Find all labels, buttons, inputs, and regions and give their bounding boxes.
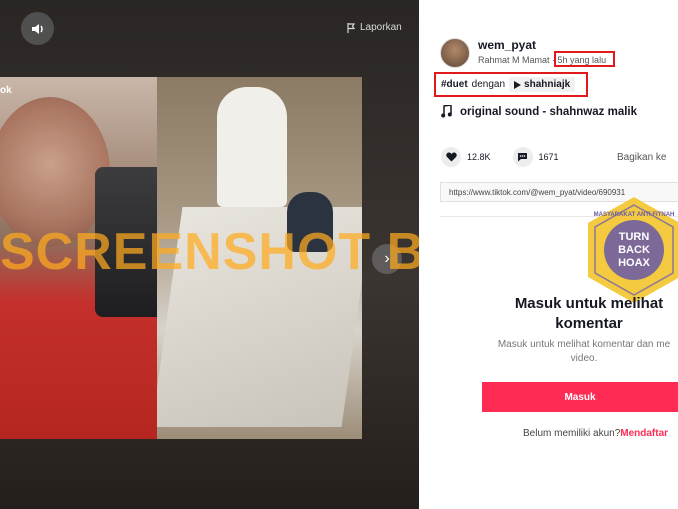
engagement-stats: 12.8K 1671 <box>441 147 559 167</box>
display-name: Rahmat M Mamat <box>478 55 550 65</box>
badge-line-1: TURN <box>619 231 650 243</box>
login-subtitle-line-1: Masuk untuk melihat komentar dan me <box>497 339 671 350</box>
volume-button[interactable] <box>21 12 54 45</box>
badge-ring-text: MASYARAKAT ANTI FITNAH <box>594 212 675 218</box>
login-title-line-2: komentar <box>555 315 623 332</box>
sound-link[interactable]: original sound - shahnwaz malik <box>441 105 637 118</box>
headstone <box>217 87 287 207</box>
duet-user: shahniajk <box>524 79 571 90</box>
share-label[interactable]: Bagikan ke <box>617 152 666 163</box>
login-prompt-subtitle: Masuk untuk melihat komentar dan me vide… <box>474 338 678 366</box>
like-button[interactable] <box>441 147 461 167</box>
sound-title: original sound - shahnwaz malik <box>460 105 637 118</box>
music-note-icon <box>441 105 452 118</box>
video-panel: Laporkan ok › SCREENSHOT BY <box>0 0 419 509</box>
login-prompt-title: Masuk untuk melihat komentar <box>489 294 678 334</box>
play-icon <box>514 80 522 89</box>
signup-link[interactable]: Mendaftar <box>620 428 668 439</box>
duet-with-label: dengan <box>471 79 506 90</box>
watermark-text: SCREENSHOT BY <box>0 223 419 281</box>
comment-icon <box>518 153 528 162</box>
comment-count: 1671 <box>538 152 559 162</box>
report-button[interactable]: Laporkan <box>347 22 402 33</box>
login-button[interactable]: Masuk <box>482 382 678 412</box>
report-label: Laporkan <box>360 22 402 33</box>
comment-button[interactable] <box>512 147 533 167</box>
speaker-icon <box>31 23 43 34</box>
video-overlay-handle: ok <box>0 85 12 96</box>
badge-line-2: BACK <box>618 244 650 256</box>
badge-line-3: HOAX <box>618 257 650 269</box>
login-title-line-1: Masuk untuk melihat <box>514 295 664 312</box>
flag-icon <box>347 22 356 33</box>
turn-back-hoax-badge: TURN BACK HOAX MASYARAKAT ANTI FITNAH <box>588 197 678 303</box>
signup-prompt-text: Belum memiliki akun? <box>523 428 621 439</box>
duet-caption: #duet dengan shahniajk <box>434 72 588 97</box>
duet-hashtag[interactable]: #duet <box>441 79 468 90</box>
post-details-panel: wem_pyat Rahmat M Mamat · 5h yang lalu #… <box>419 0 678 509</box>
signup-prompt: Belum memiliki akun?Mendaftar <box>523 428 668 439</box>
duet-user-chip[interactable]: shahniajk <box>509 77 576 92</box>
like-count: 12.8K <box>467 152 491 162</box>
avatar[interactable] <box>440 38 470 68</box>
heart-icon <box>445 152 457 162</box>
login-subtitle-line-2: video. <box>570 353 598 364</box>
time-highlight-box <box>554 51 615 67</box>
username[interactable]: wem_pyat <box>478 38 536 52</box>
